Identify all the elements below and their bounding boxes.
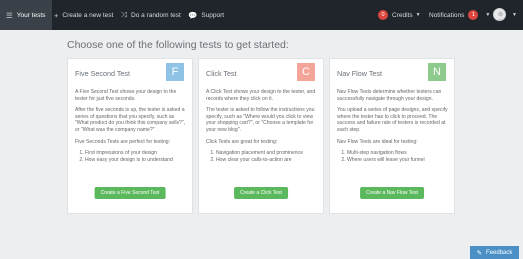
card-paragraph: Nav Flow Tests are ideal for testing: (337, 138, 418, 145)
nav-random-test[interactable]: ⤨ Do a random test (121, 0, 181, 30)
card-paragraph: After the five seconds is up, the tester… (75, 107, 186, 133)
card-list: First impressions of your designHow easy… (75, 150, 186, 163)
nav-credits-label: Credits (392, 11, 413, 19)
feedback-label: Feedback (486, 249, 513, 256)
nav-random-test-label: Do a random test (131, 11, 181, 19)
chevron-down-icon: ▼ (485, 12, 491, 18)
chat-bubble-icon: 💬 (188, 10, 198, 20)
user-avatar-icon (497, 11, 504, 20)
card-letter-badge: N (428, 63, 446, 81)
card-description: A Five Second Test shows your design to … (75, 89, 186, 163)
card-paragraph: You upload a series of page designs, and… (337, 107, 448, 133)
card-list-item: How easy your design is to understand (85, 157, 186, 164)
card-description: A Click Test shows your design to the te… (206, 89, 317, 163)
create-test-button[interactable]: Create a Nav Flow Test (360, 187, 424, 199)
card-list-item: First impressions of your design (85, 150, 186, 157)
card-paragraph: Five Seconds Tests are perfect for testi… (75, 138, 171, 145)
nav-create-new-test[interactable]: + Create a new test (54, 0, 113, 30)
avatar[interactable] (493, 8, 506, 21)
card-title: Click Test (206, 69, 237, 78)
card-paragraph: A Five Second Test shows your design to … (75, 89, 177, 102)
test-card: Five Second Test F A Five Second Test show… (67, 58, 193, 214)
chevron-down-icon: ▼ (512, 12, 517, 18)
card-paragraph: A Click Test shows your design to the te… (206, 89, 316, 102)
test-card: Nav Flow Test N Nav Flow Tests determine w… (329, 58, 455, 214)
nav-support[interactable]: 💬 Support (188, 0, 224, 30)
card-title: Five Second Test (75, 69, 130, 78)
nav-credits[interactable]: 0 Credits ▼ (378, 0, 421, 30)
page-heading: Choose one of the following tests to get… (67, 39, 289, 51)
nav-support-label: Support (201, 11, 225, 19)
nav-notifications[interactable]: Notifications 1 ▼ (429, 0, 490, 30)
test-card: Click Test C A Click Test shows your desig… (198, 58, 324, 214)
top-navigation-bar: ☰ Your tests + Create a new test ⤨ Do a … (0, 0, 523, 30)
card-description: Nav Flow Tests determine whether testers… (337, 89, 448, 163)
card-list: Navigation placement and prominenceHow c… (206, 150, 317, 163)
card-list-item: Navigation placement and prominence (216, 150, 317, 157)
card-letter-badge: C (297, 63, 315, 81)
create-test-button[interactable]: Create a Five Second Test (94, 187, 166, 199)
credits-badge: 0 (378, 10, 388, 20)
plus-icon: + (54, 10, 59, 20)
shuffle-icon: ⤨ (121, 10, 127, 19)
feedback-button[interactable]: ✎ Feedback (470, 246, 519, 259)
avatar-menu-caret[interactable]: ▼ (509, 0, 517, 30)
card-title: Nav Flow Test (337, 69, 383, 78)
list-icon: ☰ (6, 10, 13, 20)
card-list: Multi-step navigation flowsWhere users w… (337, 150, 448, 163)
card-letter-badge: F (166, 63, 184, 81)
card-paragraph: The tester is asked to follow the instru… (206, 107, 315, 133)
feedback-icon: ✎ (476, 249, 483, 257)
nav-your-tests-label: Your tests (16, 11, 46, 19)
nav-notifications-label: Notifications (429, 11, 465, 19)
create-test-button[interactable]: Create a Click Test (234, 187, 288, 199)
card-paragraph: Click Tests are great for testing: (206, 138, 278, 145)
chevron-down-icon: ▼ (415, 12, 421, 18)
notifications-badge: 1 (468, 10, 479, 20)
card-list-item: Where users will leave your funnel (347, 157, 448, 164)
card-paragraph: Nav Flow Tests determine whether testers… (337, 89, 442, 102)
card-list-item: How clear your calls-to-action are (216, 157, 317, 164)
nav-your-tests[interactable]: ☰ Your tests (0, 0, 52, 30)
nav-create-new-test-label: Create a new test (62, 11, 114, 19)
card-list-item: Multi-step navigation flows (347, 150, 448, 157)
